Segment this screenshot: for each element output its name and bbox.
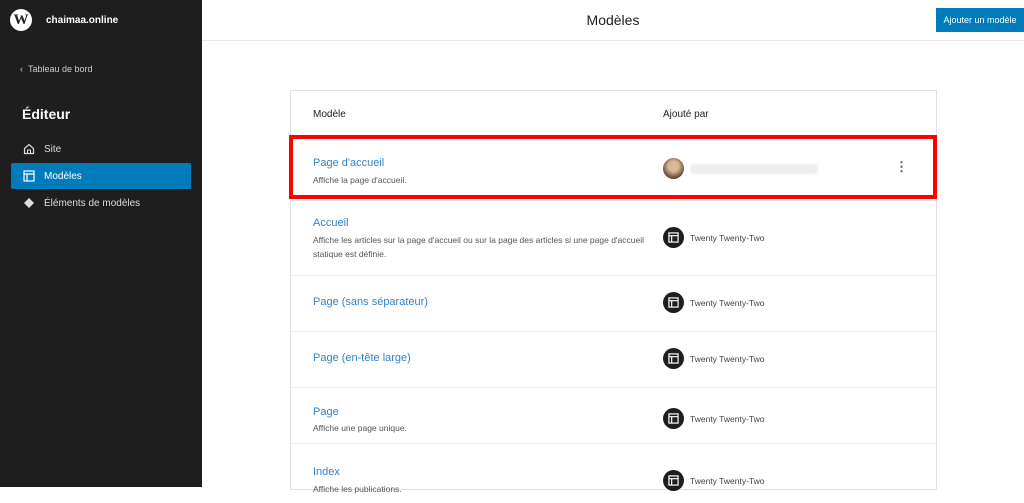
author-name: Twenty Twenty-Two: [690, 475, 765, 486]
wordpress-logo-icon[interactable]: W: [10, 9, 32, 31]
more-options-icon[interactable]: ⋮: [895, 159, 908, 175]
author-name: Twenty Twenty-Two: [690, 232, 765, 243]
added-by: Twenty Twenty-Two: [663, 227, 764, 248]
table-row[interactable]: Index Affiche les publications. Twenty T…: [291, 443, 936, 503]
template-title-link[interactable]: Page (en-tête large): [313, 352, 411, 364]
templates-table: Modèle Ajouté par Page d'accueil Affiche…: [290, 90, 937, 494]
template-description: Affiche les publications.: [313, 484, 402, 494]
back-to-dashboard-link[interactable]: ‹ Tableau de bord: [20, 64, 93, 74]
sidebar-item-label: Site: [44, 143, 62, 155]
author-name: Twenty Twenty-Two: [690, 353, 765, 364]
avatar: [663, 158, 684, 179]
author-name-blurred: [690, 163, 818, 174]
template-title-link[interactable]: Accueil: [313, 217, 348, 229]
sidebar-item-site[interactable]: Site: [11, 136, 191, 162]
template-title-link[interactable]: Page d'accueil: [313, 157, 384, 169]
table-row[interactable]: Page (en-tête large) Twenty Twenty-Two: [291, 331, 936, 387]
added-by: Twenty Twenty-Two: [663, 408, 764, 429]
sidebar-item-label: Modèles: [44, 170, 82, 182]
layout-icon: [23, 170, 35, 182]
sidebar-item-modeles[interactable]: Modèles: [11, 163, 191, 189]
chevron-left-icon: ‹: [20, 64, 28, 74]
theme-layout-icon: [663, 292, 684, 313]
template-title-link[interactable]: Page (sans séparateur): [313, 296, 428, 308]
table-row[interactable]: Page (sans séparateur) Twenty Twenty-Two: [291, 275, 936, 331]
template-description: Affiche une page unique.: [313, 423, 407, 433]
section-title: Éditeur: [22, 106, 71, 122]
table-row[interactable]: Accueil Affiche les articles sur la page…: [291, 200, 936, 275]
table-row[interactable]: Page Affiche une page unique. Twenty Twe…: [291, 387, 936, 443]
home-icon: [23, 143, 35, 155]
table-row[interactable]: Page d'accueil Affiche la page d'accueil…: [291, 136, 936, 200]
added-by: Twenty Twenty-Two: [663, 470, 764, 491]
template-description: Affiche la page d'accueil.: [313, 175, 407, 185]
author-name: Twenty Twenty-Two: [690, 297, 765, 308]
back-label: Tableau de bord: [28, 64, 93, 74]
added-by: Twenty Twenty-Two: [663, 348, 764, 369]
author-name: Twenty Twenty-Two: [690, 413, 765, 424]
page-title: Modèles: [586, 12, 640, 28]
template-description: Affiche les articles sur la page d'accue…: [313, 235, 645, 259]
theme-layout-icon: [663, 470, 684, 491]
added-by: [663, 158, 818, 179]
sidebar-item-elements[interactable]: Éléments de modèles: [11, 190, 191, 216]
theme-layout-icon: [663, 227, 684, 248]
added-by: Twenty Twenty-Two: [663, 292, 764, 313]
template-title-link[interactable]: Index: [313, 466, 340, 478]
add-template-button[interactable]: Ajouter un modèle: [936, 8, 1024, 32]
diamond-icon: [23, 197, 35, 209]
sidebar-item-label: Éléments de modèles: [44, 197, 141, 209]
column-header-template: Modèle: [313, 109, 346, 120]
sidebar: W chaimaa.online ‹ Tableau de bord Édite…: [0, 0, 202, 487]
column-header-added-by: Ajouté par: [663, 109, 709, 120]
template-title-link[interactable]: Page: [313, 406, 339, 418]
header: Modèles Ajouter un modèle: [202, 0, 1024, 41]
theme-layout-icon: [663, 348, 684, 369]
site-name[interactable]: chaimaa.online: [46, 15, 118, 26]
theme-layout-icon: [663, 408, 684, 429]
